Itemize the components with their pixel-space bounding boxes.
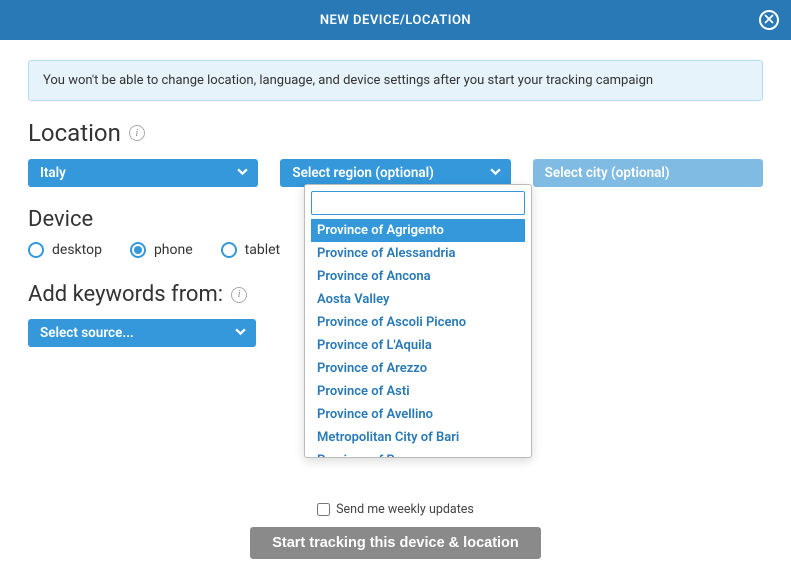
weekly-updates-label: Send me weekly updates [336, 502, 474, 517]
radio-label: desktop [52, 242, 102, 258]
source-select[interactable]: Select source... [28, 319, 256, 347]
info-icon[interactable]: i [129, 125, 145, 141]
chevron-down-icon [490, 165, 501, 181]
info-banner: You won't be able to change location, la… [28, 60, 763, 101]
radio-label: tablet [245, 242, 280, 258]
region-search-input[interactable] [311, 191, 525, 215]
region-option[interactable]: Metropolitan City of Bari [311, 426, 525, 449]
region-option[interactable]: Province of L'Aquila [311, 334, 525, 357]
region-option[interactable]: Province of Asti [311, 380, 525, 403]
start-tracking-button[interactable]: Start tracking this device & location [250, 527, 541, 559]
weekly-updates-checkbox[interactable] [317, 503, 330, 516]
region-option[interactable]: Province of Ancona [311, 265, 525, 288]
region-option[interactable]: Province of Arezzo [311, 357, 525, 380]
region-dropdown: Province of AgrigentoProvince of Alessan… [304, 184, 532, 458]
region-select[interactable]: Select region (optional) [280, 159, 510, 187]
close-button[interactable] [759, 10, 779, 30]
region-option[interactable]: Province of Ascoli Piceno [311, 311, 525, 334]
modal-footer: Send me weekly updates Start tracking th… [0, 502, 791, 559]
info-icon[interactable]: i [231, 287, 247, 303]
region-option[interactable]: Aosta Valley [311, 288, 525, 311]
region-option-list[interactable]: Province of AgrigentoProvince of Alessan… [311, 219, 525, 457]
region-option[interactable]: Province of Avellino [311, 403, 525, 426]
chevron-down-icon [237, 165, 248, 181]
chevron-down-icon [235, 325, 246, 341]
region-option[interactable]: Province of Agrigento [311, 219, 525, 242]
region-option[interactable]: Province of Bergamo [311, 449, 525, 457]
radio-label: phone [154, 242, 193, 258]
close-icon [764, 13, 774, 28]
location-select-row: Italy Select region (optional) Select ci… [28, 159, 763, 187]
device-radio-tablet[interactable]: tablet [221, 242, 280, 258]
radio-icon [28, 242, 44, 258]
radio-icon [221, 242, 237, 258]
weekly-updates-row[interactable]: Send me weekly updates [317, 502, 474, 517]
radio-icon [130, 242, 146, 258]
device-radio-desktop[interactable]: desktop [28, 242, 102, 258]
country-select[interactable]: Italy [28, 159, 258, 187]
modal-header: NEW DEVICE/LOCATION [0, 0, 791, 40]
city-select[interactable]: Select city (optional) [533, 159, 763, 187]
info-banner-text: You won't be able to change location, la… [43, 73, 653, 88]
modal-title: NEW DEVICE/LOCATION [320, 13, 471, 28]
region-option[interactable]: Province of Alessandria [311, 242, 525, 265]
location-heading: Location i [28, 119, 763, 147]
device-radio-phone[interactable]: phone [130, 242, 193, 258]
